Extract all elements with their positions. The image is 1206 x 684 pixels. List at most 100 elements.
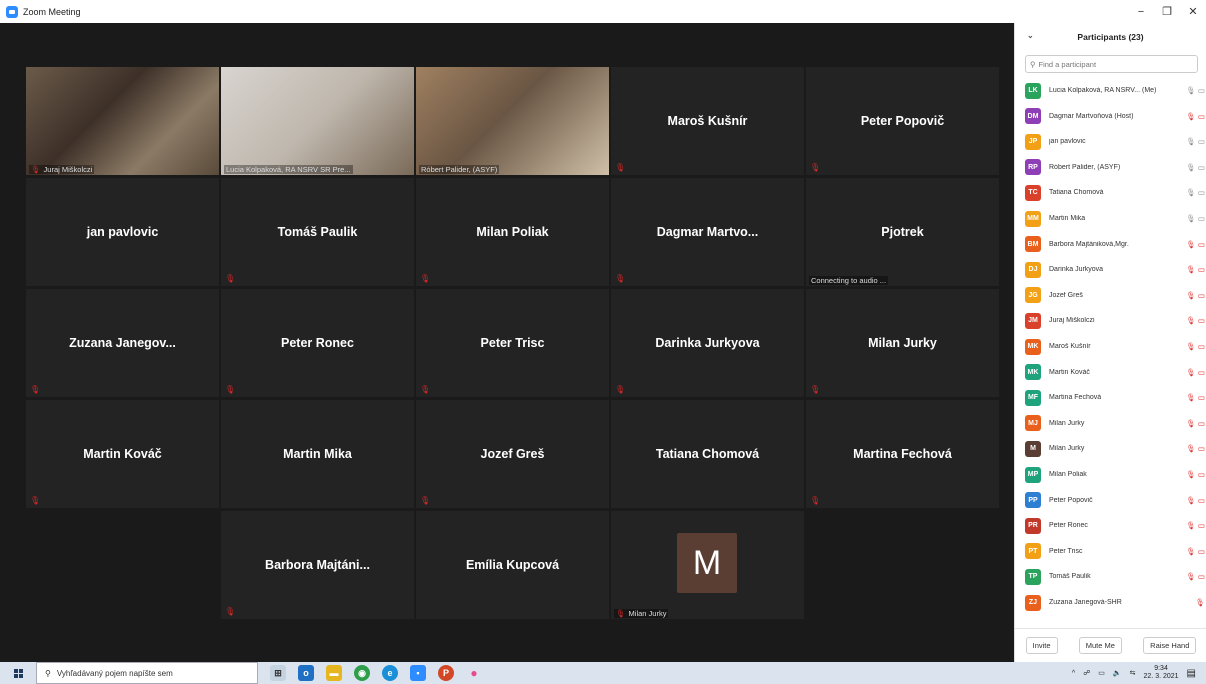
participant-row[interactable]: JP jan pavlovic 🎙 ▭ [1025, 129, 1205, 154]
participant-tile[interactable]: Dagmar Martvo... 🎙 [611, 178, 804, 286]
muted-mic-icon[interactable]: 🎙 ▭ [1183, 368, 1205, 377]
paint-drop-icon[interactable]: ● [466, 665, 482, 681]
participant-tile[interactable]: Tomáš Paulik 🎙 [221, 178, 414, 286]
muted-mic-icon[interactable]: 🎙 ▭ [1183, 316, 1205, 325]
muted-mic-icon[interactable]: 🎙 ▭ [1183, 444, 1205, 453]
participant-row[interactable]: M Milan Jurky 🎙 ▭ [1025, 436, 1205, 461]
minimize-icon[interactable]: − [1128, 0, 1154, 23]
mic-icon[interactable]: 🎙 ▭ [1183, 214, 1205, 223]
participant-tile[interactable]: Barbora Majtáni... 🎙 [221, 511, 414, 619]
muted-mic-icon[interactable]: 🎙 ▭ [1183, 240, 1205, 249]
participant-tile[interactable]: M 🎙 Milan Jurky [611, 511, 804, 619]
raise-hand-button[interactable]: Raise Hand [1143, 637, 1197, 654]
participant-tile[interactable]: Peter Trisc 🎙 [416, 289, 609, 397]
task-view-icon[interactable]: ⊞ [270, 665, 286, 681]
tile-caption: 🎙 Juraj Miškolczi [29, 165, 95, 174]
participant-tile[interactable]: Peter Ronec 🎙 [221, 289, 414, 397]
mute-me-button[interactable]: Mute Me [1078, 637, 1122, 654]
participant-name: Martin Kováč [1049, 368, 1090, 376]
participant-tile[interactable]: 🎙 Juraj Miškolczi [26, 67, 219, 175]
clock[interactable]: 9:34 22. 3. 2021 [1144, 665, 1179, 681]
participant-tile[interactable]: Darinka Jurkyova 🎙 [611, 289, 804, 397]
participant-row[interactable]: PR Peter Ronec 🎙 ▭ [1025, 513, 1205, 538]
participant-row[interactable]: PT Peter Trisc 🎙 ▭ [1025, 539, 1205, 564]
participant-row[interactable]: MP Milan Poliak 🎙 ▭ [1025, 462, 1205, 487]
participant-row[interactable]: TP Tomáš Paulik 🎙 ▭ [1025, 564, 1205, 589]
participant-row[interactable]: MM Martin Mika 🎙 ▭ [1025, 206, 1205, 231]
participant-tile[interactable]: Maroš Kušnír 🎙 [611, 67, 804, 175]
battery-icon[interactable]: ▭ [1098, 669, 1105, 677]
participant-name: Maroš Kušnír [667, 114, 748, 128]
muted-mic-icon[interactable]: 🎙 ▭ [1183, 291, 1205, 300]
mic-icon[interactable]: 🎙 ▭ [1183, 188, 1205, 197]
participant-row[interactable]: MJ Milan Jurky 🎙 ▭ [1025, 411, 1205, 436]
muted-mic-icon[interactable]: 🎙 ▭ [1183, 112, 1205, 121]
mic-icon[interactable]: 🎙 ▭ [1183, 163, 1205, 172]
participant-row[interactable]: ZJ Zuzana Janegová-SHR 🎙 [1025, 590, 1205, 615]
participant-tile[interactable]: Milan Jurky 🎙 [806, 289, 999, 397]
mic-icon[interactable]: 🎙 ▭ [1183, 137, 1205, 146]
participant-row[interactable]: TC Tatiana Chomová 🎙 ▭ [1025, 180, 1205, 205]
participant-name: Darinka Jurkyova [655, 336, 760, 350]
edge-icon[interactable]: e [382, 665, 398, 681]
participant-tile[interactable]: Martin Mika [221, 400, 414, 508]
participant-row[interactable]: BM Barbora Majtániková,Mgr. 🎙 ▭ [1025, 232, 1205, 257]
participant-search-input[interactable]: ⚲ Find a participant [1025, 55, 1198, 73]
chevron-up-icon[interactable]: ^ [1072, 670, 1075, 677]
participant-tile[interactable]: Milan Poliak 🎙 [416, 178, 609, 286]
participant-name: Peter Ronec [281, 336, 354, 350]
muted-mic-icon[interactable]: 🎙 ▭ [1183, 547, 1205, 556]
file-explorer-icon[interactable]: ▬ [326, 665, 342, 681]
muted-mic-icon[interactable]: 🎙 ▭ [1183, 419, 1205, 428]
avatar-letter: M [677, 533, 737, 593]
participant-row[interactable]: DJ Darinka Jurkyova 🎙 ▭ [1025, 257, 1205, 282]
restore-icon[interactable]: ❐ [1154, 0, 1180, 23]
muted-mic-icon[interactable]: 🎙 ▭ [1183, 265, 1205, 274]
chevron-down-icon[interactable]: ⌄ [1027, 31, 1034, 40]
muted-mic-icon[interactable]: 🎙 ▭ [1183, 496, 1205, 505]
zoom-taskbar-icon[interactable]: ▪ [410, 665, 426, 681]
participant-row[interactable]: DM Dagmar Martvoňová (Host) 🎙 ▭ [1025, 104, 1205, 129]
participant-tile[interactable]: Jozef Greš 🎙 [416, 400, 609, 508]
participant-row[interactable]: LK Lucia Kolpaková, RA NSRV... (Me) 🎙 ▭ [1025, 78, 1205, 103]
participant-row[interactable]: JM Juraj Miškolczi 🎙 ▭ [1025, 308, 1205, 333]
chrome-icon[interactable]: ◉ [354, 665, 370, 681]
muted-mic-icon[interactable]: 🎙 ▭ [1183, 521, 1205, 530]
muted-mic-icon[interactable]: 🎙 ▭ [1183, 470, 1205, 479]
powerpoint-icon[interactable]: P [438, 665, 454, 681]
participant-tile[interactable]: Zuzana Janegov... 🎙 [26, 289, 219, 397]
avatar: PP [1025, 492, 1041, 509]
muted-mic-icon[interactable]: 🎙 ▭ [1183, 342, 1205, 351]
volume-icon[interactable]: 🔈 [1113, 669, 1122, 677]
mic-icon[interactable]: 🎙 ▭ [1183, 86, 1205, 95]
language-icon[interactable]: ⇆ [1130, 669, 1136, 677]
participant-tile[interactable]: Lucia Kolpaková, RA NSRV SR Pre... [221, 67, 414, 175]
participant-name: Tatiana Chomová [1049, 189, 1104, 197]
participant-tile[interactable]: jan pavlovic [26, 178, 219, 286]
participant-row[interactable]: MF Martina Fechová 🎙 ▭ [1025, 385, 1205, 410]
participant-tile[interactable]: Peter Popovič 🎙 [806, 67, 999, 175]
notifications-icon[interactable]: ▤ [1187, 668, 1196, 679]
participant-tile[interactable]: Pjotrek Connecting to audio ... [806, 178, 999, 286]
participant-tile[interactable]: Martina Fechová 🎙 [806, 400, 999, 508]
muted-mic-icon[interactable]: 🎙 ▭ [1183, 572, 1205, 581]
participant-name: Peter Trisc [1049, 547, 1083, 555]
participant-row[interactable]: MK Martin Kováč 🎙 ▭ [1025, 360, 1205, 385]
invite-button[interactable]: Invite [1025, 637, 1058, 654]
close-icon[interactable]: ✕ [1180, 0, 1206, 23]
windows-start-icon[interactable] [8, 662, 28, 684]
taskbar-search-input[interactable]: ⚲ Vyhľadávaný pojem napíšte sem [36, 662, 258, 684]
tile-caption: Róbert Palider, (ASYF) [419, 165, 500, 174]
participant-tile[interactable]: Emília Kupcová [416, 511, 609, 619]
participant-tile[interactable]: Martin Kováč 🎙 [26, 400, 219, 508]
participant-row[interactable]: RP Róbert Palider, (ASYF) 🎙 ▭ [1025, 155, 1205, 180]
participant-row[interactable]: JG Jozef Greš 🎙 ▭ [1025, 283, 1205, 308]
participant-row[interactable]: PP Peter Popovič 🎙 ▭ [1025, 488, 1205, 513]
participant-tile[interactable]: Tatiana Chomová [611, 400, 804, 508]
participant-tile[interactable]: Róbert Palider, (ASYF) [416, 67, 609, 175]
muted-mic-icon[interactable]: 🎙 [1183, 598, 1205, 607]
network-icon[interactable]: ☍ [1083, 669, 1090, 677]
outlook-icon[interactable]: o [298, 665, 314, 681]
participant-row[interactable]: MK Maroš Kušnír 🎙 ▭ [1025, 334, 1205, 359]
muted-mic-icon[interactable]: 🎙 ▭ [1183, 393, 1205, 402]
